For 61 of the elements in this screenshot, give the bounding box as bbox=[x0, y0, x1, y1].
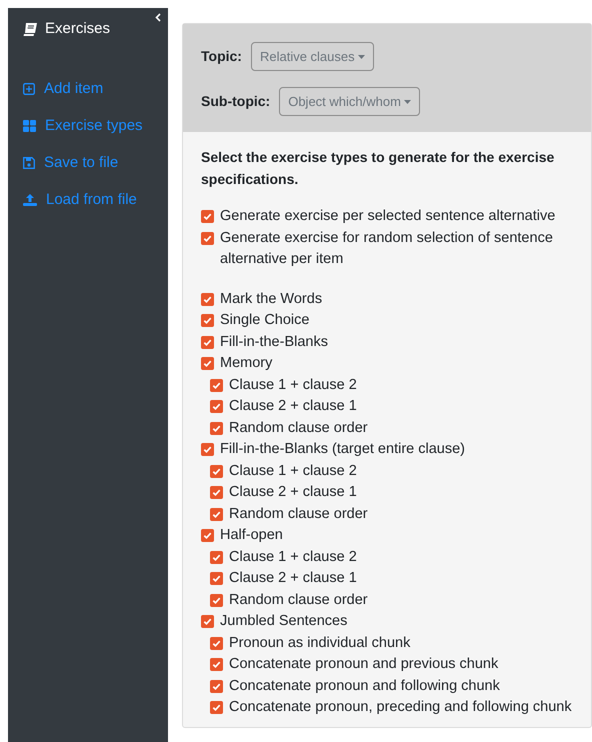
checkbox[interactable] bbox=[210, 378, 223, 392]
option-label: Random clause order bbox=[229, 504, 368, 524]
checkbox[interactable] bbox=[201, 232, 214, 244]
caret-icon bbox=[358, 54, 365, 58]
book-icon bbox=[23, 22, 37, 36]
option-label: Generate exercise per selected sentence alternative bbox=[220, 207, 556, 226]
option-label: Half-open bbox=[220, 526, 283, 545]
option-label: Random clause order bbox=[229, 590, 368, 610]
checkbox[interactable] bbox=[210, 486, 223, 499]
option-label: Jumbled Sentences bbox=[220, 612, 348, 631]
grid-icon bbox=[23, 120, 36, 132]
checkbox[interactable] bbox=[210, 658, 223, 671]
option-label: Concatenate pronoun and previous chunk bbox=[229, 655, 498, 674]
option-label: Clause 1 + clause 2 bbox=[229, 462, 357, 480]
checkbox[interactable] bbox=[210, 572, 223, 585]
checkbox[interactable] bbox=[201, 336, 214, 348]
checkbox[interactable] bbox=[210, 594, 223, 606]
sidebar-link[interactable]: Load from file bbox=[23, 188, 137, 210]
option-label: Clause 1 + clause 2 bbox=[229, 376, 357, 394]
checkbox[interactable] bbox=[210, 422, 223, 434]
filter-label: Topic: bbox=[201, 47, 242, 66]
option-label: Clause 2 + clause 1 bbox=[229, 569, 357, 588]
option-label: Clause 2 + clause 1 bbox=[229, 483, 357, 502]
checkbox[interactable] bbox=[201, 357, 214, 370]
filter-label: Sub-topic: bbox=[201, 92, 270, 111]
sidebar-title: Exercises bbox=[45, 19, 110, 39]
plus-square-icon bbox=[23, 82, 35, 94]
option-label: Pronoun as individual chunk bbox=[229, 634, 410, 652]
checkbox[interactable] bbox=[201, 615, 214, 628]
option-label: Concatenate pronoun, preceding and following chunk bbox=[229, 698, 572, 717]
sidebar-link[interactable]: Save to file bbox=[23, 152, 118, 174]
checkbox[interactable] bbox=[201, 314, 214, 327]
instructions-text: Select the exercise types to generate for the exercise specifications. bbox=[201, 148, 556, 189]
checkbox[interactable] bbox=[210, 508, 223, 520]
checkbox[interactable] bbox=[210, 400, 223, 413]
option-label: Fill-in-the-Blanks bbox=[220, 332, 328, 352]
option-label: Mark the Words bbox=[220, 290, 322, 308]
option-label: Memory bbox=[220, 354, 272, 373]
checkbox[interactable] bbox=[210, 680, 223, 692]
option-label: Concatenate pronoun and following chunk bbox=[229, 676, 500, 696]
checkbox[interactable] bbox=[201, 529, 214, 542]
option-label: Random clause order bbox=[229, 418, 368, 438]
option-label: Clause 1 + clause 2 bbox=[229, 548, 357, 566]
checkbox[interactable] bbox=[201, 443, 214, 456]
dropdown-button[interactable]: Relative clauses bbox=[250, 42, 374, 71]
option-label: Generate exercise for random selection of sentence alternative per item bbox=[220, 228, 554, 269]
checkbox[interactable] bbox=[201, 292, 214, 306]
checkbox[interactable] bbox=[210, 636, 223, 650]
caret-icon bbox=[404, 100, 411, 104]
checkbox[interactable] bbox=[210, 701, 223, 714]
checkbox[interactable] bbox=[210, 464, 223, 478]
option-label: Clause 2 + clause 1 bbox=[229, 397, 357, 416]
chevron-left-icon[interactable] bbox=[155, 13, 161, 22]
option-label: Single Choice bbox=[220, 311, 310, 330]
sidebar-link[interactable]: Add item bbox=[23, 78, 104, 100]
upload-icon bbox=[23, 194, 37, 206]
checkbox[interactable] bbox=[201, 210, 214, 223]
dropdown-button[interactable]: Object which/whom bbox=[279, 87, 420, 116]
checkbox[interactable] bbox=[210, 550, 223, 564]
option-label: Fill-in-the-Blanks (target entire clause) bbox=[220, 440, 465, 459]
sidebar-link[interactable]: Exercise types bbox=[23, 114, 143, 136]
